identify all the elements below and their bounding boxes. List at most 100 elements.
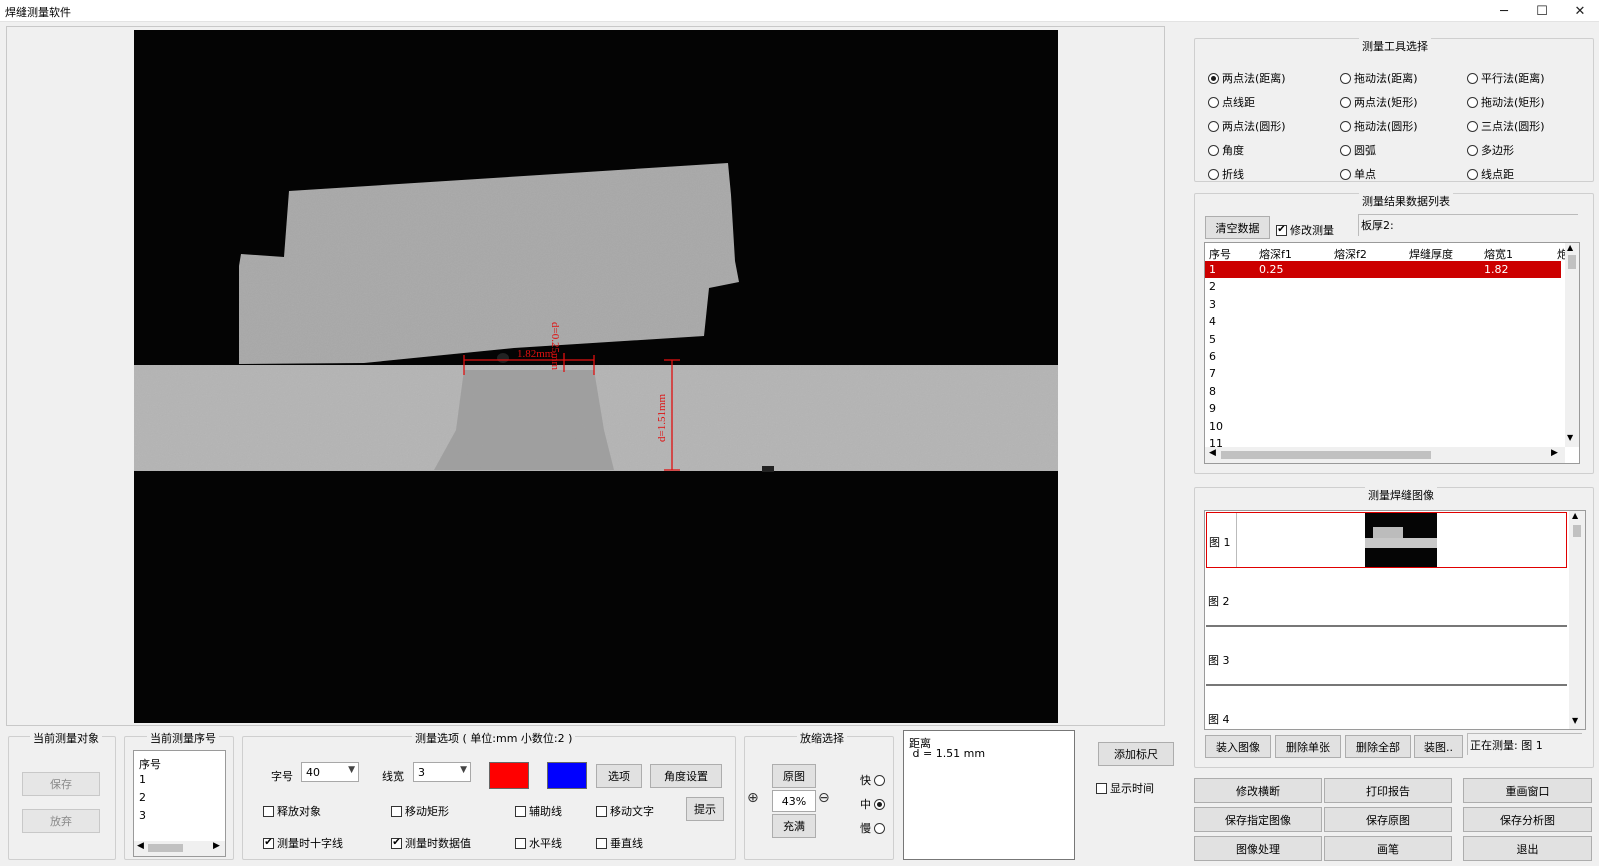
image-item-2[interactable]: 图 2 — [1206, 569, 1567, 627]
tool-option[interactable]: 两点法(距离) — [1208, 70, 1286, 86]
index-hscroll[interactable]: ◀ ▶ — [134, 841, 225, 856]
tool-option[interactable]: 拖动法(圆形) — [1340, 118, 1418, 134]
image-item-4[interactable]: 图 4 — [1206, 687, 1567, 729]
option-check[interactable]: 水平线 — [515, 835, 562, 851]
hint-button[interactable]: 提示 — [686, 797, 724, 821]
action-button[interactable]: 修改横断 — [1194, 778, 1322, 803]
option-check[interactable]: 移动矩形 — [391, 803, 449, 819]
scroll-down-icon[interactable]: ▼ — [1567, 433, 1573, 442]
tool-option[interactable]: 两点法(矩形) — [1340, 94, 1418, 110]
table-row[interactable]: 6 — [1205, 348, 1561, 365]
option-check[interactable]: 释放对象 — [263, 803, 321, 819]
col-header[interactable]: 熔宽1 — [1484, 246, 1513, 262]
table-row[interactable]: 1 0.25 1.82 — [1205, 261, 1561, 278]
options-button[interactable]: 选项 — [596, 764, 642, 788]
tool-option[interactable]: 折线 — [1208, 166, 1244, 182]
col-header[interactable]: 熔深f2 — [1334, 246, 1367, 262]
delete-one-button[interactable]: 删除单张 — [1275, 735, 1341, 758]
action-button[interactable]: 图像处理 — [1194, 836, 1322, 861]
option-check[interactable]: 垂直线 — [596, 835, 643, 851]
action-button[interactable]: 退出 — [1463, 836, 1592, 861]
table-cell: 4 — [1209, 315, 1216, 329]
clear-data-button[interactable]: 清空数据 — [1205, 216, 1270, 239]
table-row[interactable]: 5 — [1205, 331, 1561, 348]
list-item[interactable]: 3 — [139, 809, 146, 822]
option-check-label: 释放对象 — [277, 805, 321, 818]
image-viewer[interactable]: 1.82mm d=0.25mm d=1.51mm — [134, 30, 1058, 723]
table-row[interactable]: 10 — [1205, 418, 1561, 435]
option-check[interactable]: 移动文字 — [596, 803, 654, 819]
close-button[interactable]: ✕ — [1561, 0, 1599, 22]
tool-option[interactable]: 角度 — [1208, 142, 1244, 158]
table-row[interactable]: 9 — [1205, 400, 1561, 417]
horizontal-scrollbar[interactable]: ◀ ▶ — [1205, 447, 1565, 463]
scroll-up-icon[interactable]: ▲ — [1572, 511, 1578, 520]
add-ruler-button[interactable]: 添加标尺 — [1098, 742, 1174, 766]
option-check[interactable]: ✔ 测量时数据值 — [391, 835, 471, 851]
table-row[interactable]: 7 — [1205, 365, 1561, 382]
minimize-button[interactable]: ─ — [1485, 0, 1523, 22]
show-time-check[interactable]: 显示时间 — [1096, 780, 1154, 796]
speed-option[interactable]: 慢 — [860, 820, 885, 836]
scroll-left-icon[interactable]: ◀ — [137, 841, 144, 851]
line-width-select[interactable]: 3 ▼ — [413, 762, 471, 782]
action-button[interactable]: 保存指定图像 — [1194, 807, 1322, 832]
scroll-right-icon[interactable]: ▶ — [213, 841, 220, 851]
delete-all-button[interactable]: 删除全部 — [1345, 735, 1411, 758]
tool-option[interactable]: 点线距 — [1208, 94, 1255, 110]
option-check[interactable]: ✔ 测量时十字线 — [263, 835, 343, 851]
vertical-scrollbar[interactable]: ▲ ▼ — [1565, 243, 1579, 447]
list-item[interactable]: 1 — [139, 773, 146, 786]
tool-option[interactable]: 拖动法(矩形) — [1467, 94, 1545, 110]
action-button[interactable]: 打印报告 — [1324, 778, 1452, 803]
tool-option[interactable]: 拖动法(距离) — [1340, 70, 1418, 86]
tool-option[interactable]: 三点法(圆形) — [1467, 118, 1545, 134]
options-title: 测量选项 ( 单位:mm 小数位:2 ) — [412, 730, 576, 746]
scroll-down-icon[interactable]: ▼ — [1572, 716, 1578, 725]
tool-option[interactable]: 多边形 — [1467, 142, 1514, 158]
angle-settings-button[interactable]: 角度设置 — [650, 764, 722, 788]
tool-option[interactable]: 单点 — [1340, 166, 1376, 182]
col-header[interactable]: 焊缝厚度 — [1409, 246, 1453, 262]
original-size-button[interactable]: 原图 — [772, 764, 816, 788]
col-header[interactable]: 序号 — [1209, 246, 1231, 262]
action-button[interactable]: 画笔 — [1324, 836, 1452, 861]
list-item[interactable]: 2 — [139, 791, 146, 804]
col-header[interactable]: 熔深f1 — [1259, 246, 1292, 262]
scroll-left-icon[interactable]: ◀ — [1209, 448, 1216, 458]
speed-option[interactable]: 中 — [860, 796, 885, 812]
font-size-select[interactable]: 40 ▼ — [301, 762, 359, 782]
image-item-3[interactable]: 图 3 — [1206, 628, 1567, 686]
load-image-button[interactable]: 装入图像 — [1205, 735, 1271, 758]
load-more-button[interactable]: 装图.. — [1414, 735, 1463, 758]
zoom-value-field[interactable]: 43% — [772, 790, 816, 812]
zoom-in-icon[interactable]: ⊕ — [747, 790, 759, 806]
action-button[interactable]: 重画窗口 — [1463, 778, 1592, 803]
list-item[interactable]: 序号 — [139, 756, 161, 772]
color-swatch-primary[interactable] — [489, 762, 529, 789]
maximize-button[interactable]: ☐ — [1523, 0, 1561, 22]
fill-button[interactable]: 充满 — [772, 814, 816, 838]
discard-object-button[interactable]: 放弃 — [22, 809, 100, 833]
image-item-1[interactable]: 图 1 — [1206, 512, 1567, 568]
table-row[interactable]: 8 — [1205, 383, 1561, 400]
action-button[interactable]: 保存原图 — [1324, 807, 1452, 832]
save-object-button[interactable]: 保存 — [22, 772, 100, 796]
tool-option[interactable]: 线点距 — [1467, 166, 1514, 182]
table-row[interactable]: 3 — [1205, 296, 1561, 313]
tool-option[interactable]: 平行法(距离) — [1467, 70, 1545, 86]
scroll-up-icon[interactable]: ▲ — [1567, 243, 1573, 252]
modify-measure-check[interactable]: ✔ 修改测量 — [1276, 222, 1334, 238]
color-swatch-secondary[interactable] — [547, 762, 587, 789]
scroll-right-icon[interactable]: ▶ — [1551, 448, 1558, 458]
action-button[interactable]: 保存分析图 — [1463, 807, 1592, 832]
speed-option[interactable]: 快 — [860, 772, 885, 788]
image-list-scrollbar[interactable]: ▲ ▼ — [1569, 511, 1585, 729]
option-check[interactable]: 辅助线 — [515, 803, 562, 819]
tool-option-label: 拖动法(矩形) — [1481, 96, 1545, 109]
zoom-out-icon[interactable]: ⊖ — [818, 790, 830, 806]
table-row[interactable]: 4 — [1205, 313, 1561, 330]
table-row[interactable]: 2 — [1205, 278, 1561, 295]
tool-option[interactable]: 两点法(圆形) — [1208, 118, 1286, 134]
tool-option[interactable]: 圆弧 — [1340, 142, 1376, 158]
